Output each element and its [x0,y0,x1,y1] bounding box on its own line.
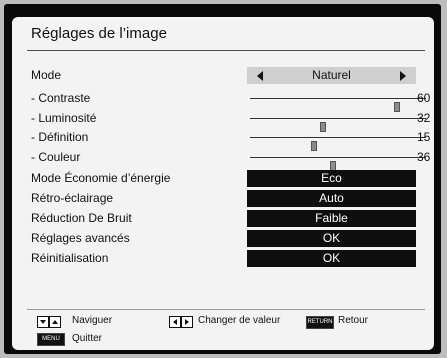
color-slider[interactable] [250,157,426,171]
arrow-right-icon[interactable] [400,71,406,81]
sharpness-slider[interactable] [250,137,426,151]
left-arrow-key-icon [169,316,181,328]
energy-saving-row[interactable]: Mode Économie d’énergie Eco [12,170,434,187]
sharpness-row[interactable]: - Définition 15 [12,129,434,151]
mode-selector[interactable]: Naturel [247,67,416,84]
brightness-value: 32 [417,111,431,125]
return-hint: Retour [338,315,369,326]
change-value-hint: Changer de valeur [198,315,281,326]
backlight-value[interactable]: Auto [247,190,416,207]
brightness-slider[interactable] [250,118,426,132]
footer-divider [27,309,425,310]
reset-row[interactable]: Réinitialisation OK [12,250,434,267]
picture-settings-panel: Réglages de l’image Mode Naturel - Contr… [12,17,434,350]
mode-row[interactable]: Mode Naturel [12,67,434,84]
advanced-settings-button[interactable]: OK [247,230,416,247]
reset-button[interactable]: OK [247,250,416,267]
reset-label: Réinitialisation [31,251,109,265]
mode-label: Mode [31,68,62,82]
return-key-icon: RETURN [306,316,334,329]
contrast-value: 60 [417,91,431,105]
noise-reduction-value[interactable]: Faible [247,210,416,227]
up-arrow-key-icon [49,316,61,328]
noise-reduction-label: Réduction De Bruit [31,211,132,225]
sharpness-label: - Définition [31,130,89,144]
title-divider [27,50,425,51]
brightness-row[interactable]: - Luminosité 32 [12,110,434,132]
backlight-row[interactable]: Rétro-éclairage Auto [12,190,434,207]
energy-saving-label: Mode Économie d’énergie [31,171,171,185]
color-label: - Couleur [31,150,81,164]
backlight-label: Rétro-éclairage [31,191,114,205]
menu-key-icon: MENU [37,333,65,346]
arrow-left-icon[interactable] [257,71,263,81]
mode-value: Naturel [312,68,351,82]
energy-saving-value[interactable]: Eco [247,170,416,187]
right-arrow-key-icon [181,316,193,328]
quit-hint: Quitter [72,333,103,344]
advanced-settings-row[interactable]: Réglages avancés OK [12,230,434,247]
advanced-settings-label: Réglages avancés [31,231,130,245]
contrast-label: - Contraste [31,91,91,105]
color-row[interactable]: - Couleur 36 [12,149,434,171]
color-value: 36 [417,150,431,164]
down-arrow-key-icon [37,316,49,328]
noise-reduction-row[interactable]: Réduction De Bruit Faible [12,210,434,227]
navigate-hint: Naviguer [72,315,113,326]
contrast-row[interactable]: - Contraste 60 [12,90,434,112]
brightness-label: - Luminosité [31,111,97,125]
panel-title: Réglages de l’image [31,25,167,42]
contrast-slider[interactable] [250,98,426,112]
sharpness-value: 15 [417,130,431,144]
